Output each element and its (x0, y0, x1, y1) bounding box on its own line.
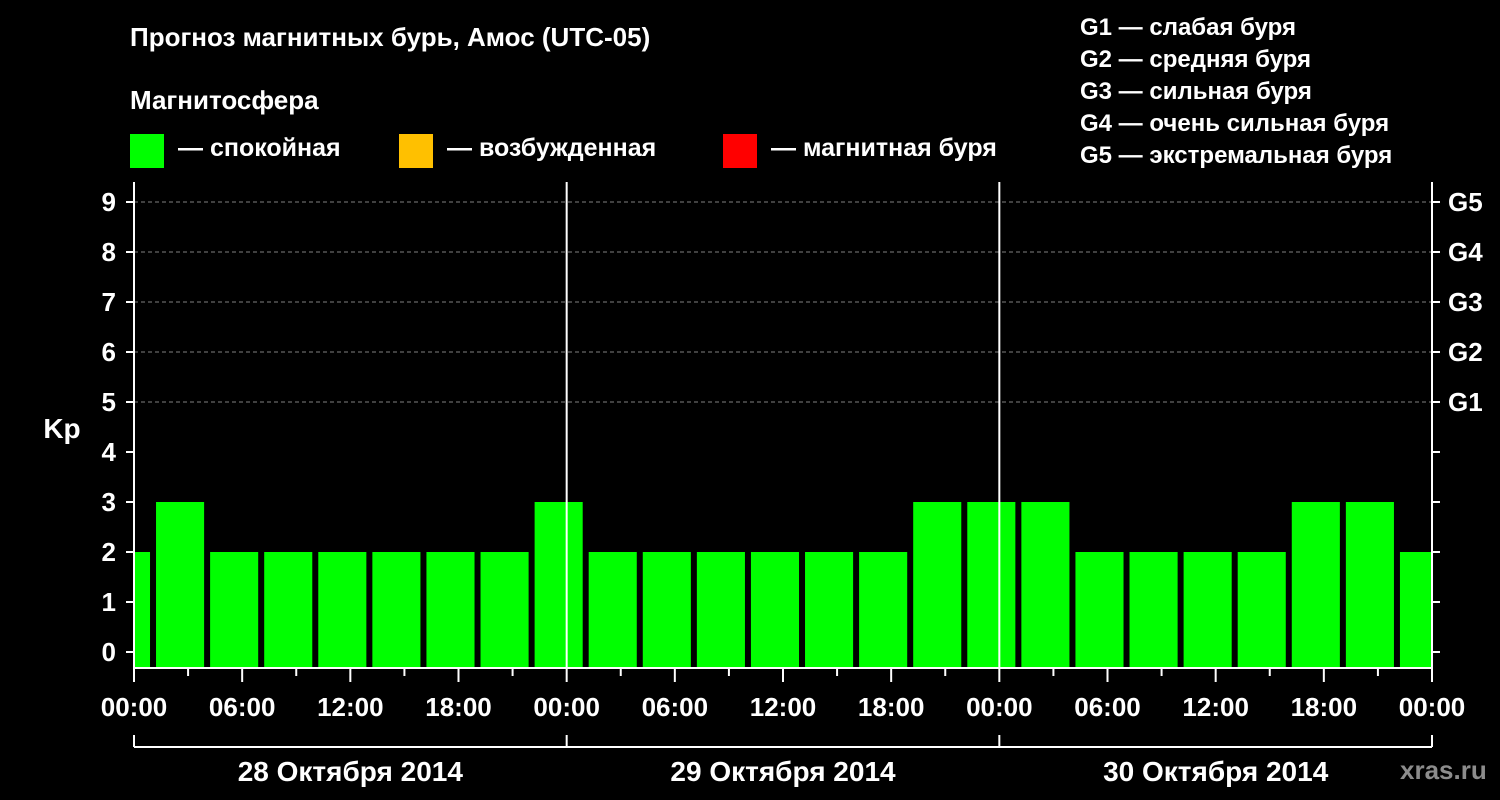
y-tick-label: 8 (102, 237, 116, 267)
x-tick-label: 06:00 (1074, 692, 1141, 722)
x-tick-label: 06:00 (209, 692, 276, 722)
x-tick-label: 12:00 (750, 692, 817, 722)
day-label: 30 Октября 2014 (1103, 756, 1329, 787)
x-tick-label: 18:00 (1291, 692, 1358, 722)
kp-bar (642, 552, 691, 668)
kp-bar (805, 552, 854, 668)
y-tick-label: 6 (102, 337, 116, 367)
kp-bar (1399, 552, 1432, 668)
kp-bar (156, 502, 205, 668)
kp-bar (1237, 552, 1286, 668)
x-tick-label: 00:00 (101, 692, 168, 722)
kp-bar (534, 502, 583, 668)
g-level-label: G4 (1448, 237, 1483, 267)
kp-bar (750, 552, 800, 668)
kp-bar (1075, 552, 1124, 668)
y-axis-title: Kp (43, 413, 80, 444)
g-level-label: G5 (1448, 187, 1483, 217)
kp-bar (696, 552, 745, 668)
g-level-label: G3 (1448, 287, 1483, 317)
kp-bar (1129, 552, 1178, 668)
kp-bar (210, 552, 259, 668)
y-tick-label: 5 (102, 387, 116, 417)
kp-bar (318, 552, 367, 668)
x-tick-label: 18:00 (425, 692, 492, 722)
g-level-label: G2 (1448, 337, 1483, 367)
watermark: xras.ru (1400, 755, 1487, 785)
y-tick-label: 3 (102, 487, 116, 517)
x-tick-label: 00:00 (1399, 692, 1466, 722)
kp-bar (1345, 502, 1394, 668)
y-tick-label: 4 (102, 437, 117, 467)
y-tick-label: 0 (102, 637, 116, 667)
kp-bar (264, 552, 313, 668)
kp-bar (1021, 502, 1070, 668)
x-tick-label: 18:00 (858, 692, 925, 722)
y-tick-label: 7 (102, 287, 116, 317)
kp-bar (1183, 552, 1232, 668)
kp-bar (372, 552, 421, 668)
kp-bar (1291, 502, 1340, 668)
x-tick-label: 00:00 (966, 692, 1033, 722)
kp-bar (913, 502, 962, 668)
kp-bar (859, 552, 908, 668)
day-label: 28 Октября 2014 (238, 756, 464, 787)
g-level-label: G1 (1448, 387, 1483, 417)
kp-bar (967, 502, 1016, 668)
x-tick-label: 12:00 (1182, 692, 1249, 722)
x-tick-label: 00:00 (533, 692, 600, 722)
kp-bar (426, 552, 475, 668)
y-tick-label: 1 (102, 587, 116, 617)
y-tick-label: 9 (102, 187, 116, 217)
x-tick-label: 06:00 (642, 692, 709, 722)
kp-chart: 0 1 2 3 4 5 6 7 8 9 G1 G2 G3 G4 G5 Kp 00:00 06:00 12:00 18:… (43, 182, 1483, 787)
kp-bar (588, 552, 637, 668)
day-label: 29 Октября 2014 (670, 756, 896, 787)
x-tick-label: 12:00 (317, 692, 384, 722)
y-tick-label: 2 (102, 537, 116, 567)
kp-bar (480, 552, 529, 668)
